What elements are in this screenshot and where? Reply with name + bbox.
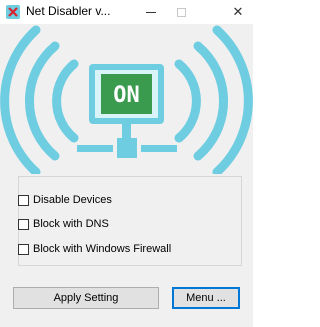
block-firewall-label: Block with Windows Firewall <box>33 243 172 255</box>
minimize-icon <box>146 11 156 13</box>
app-icon <box>6 5 20 19</box>
title-bar[interactable]: Net Disabler v... ✕ <box>0 0 253 24</box>
status-label: ON <box>113 83 140 108</box>
close-icon: ✕ <box>232 4 244 19</box>
signal-waves-right-icon <box>174 25 253 174</box>
apply-setting-button[interactable]: Apply Setting <box>13 287 159 309</box>
option-block-dns[interactable]: Block with DNS <box>18 218 109 230</box>
option-block-firewall[interactable]: Block with Windows Firewall <box>18 243 171 255</box>
disable-devices-label: Disable Devices <box>33 194 112 206</box>
close-button[interactable]: ✕ <box>223 0 253 24</box>
minimize-button[interactable] <box>136 0 166 24</box>
block-dns-checkbox[interactable] <box>18 218 29 230</box>
disable-devices-checkbox[interactable] <box>18 194 29 206</box>
option-disable-devices[interactable]: Disable Devices <box>18 194 112 206</box>
network-status-graphic: ON <box>0 25 253 174</box>
menu-button[interactable]: Menu ... <box>172 287 240 309</box>
maximize-button[interactable] <box>166 0 196 24</box>
signal-waves-left-icon <box>0 25 79 174</box>
monitor-icon: ON <box>77 64 177 158</box>
app-window: Net Disabler v... ✕ ON Disable Devices B… <box>0 0 253 327</box>
window-title: Net Disabler v... <box>26 4 111 18</box>
block-firewall-checkbox[interactable] <box>18 243 29 255</box>
maximize-icon <box>176 7 186 17</box>
block-dns-label: Block with DNS <box>33 218 109 230</box>
